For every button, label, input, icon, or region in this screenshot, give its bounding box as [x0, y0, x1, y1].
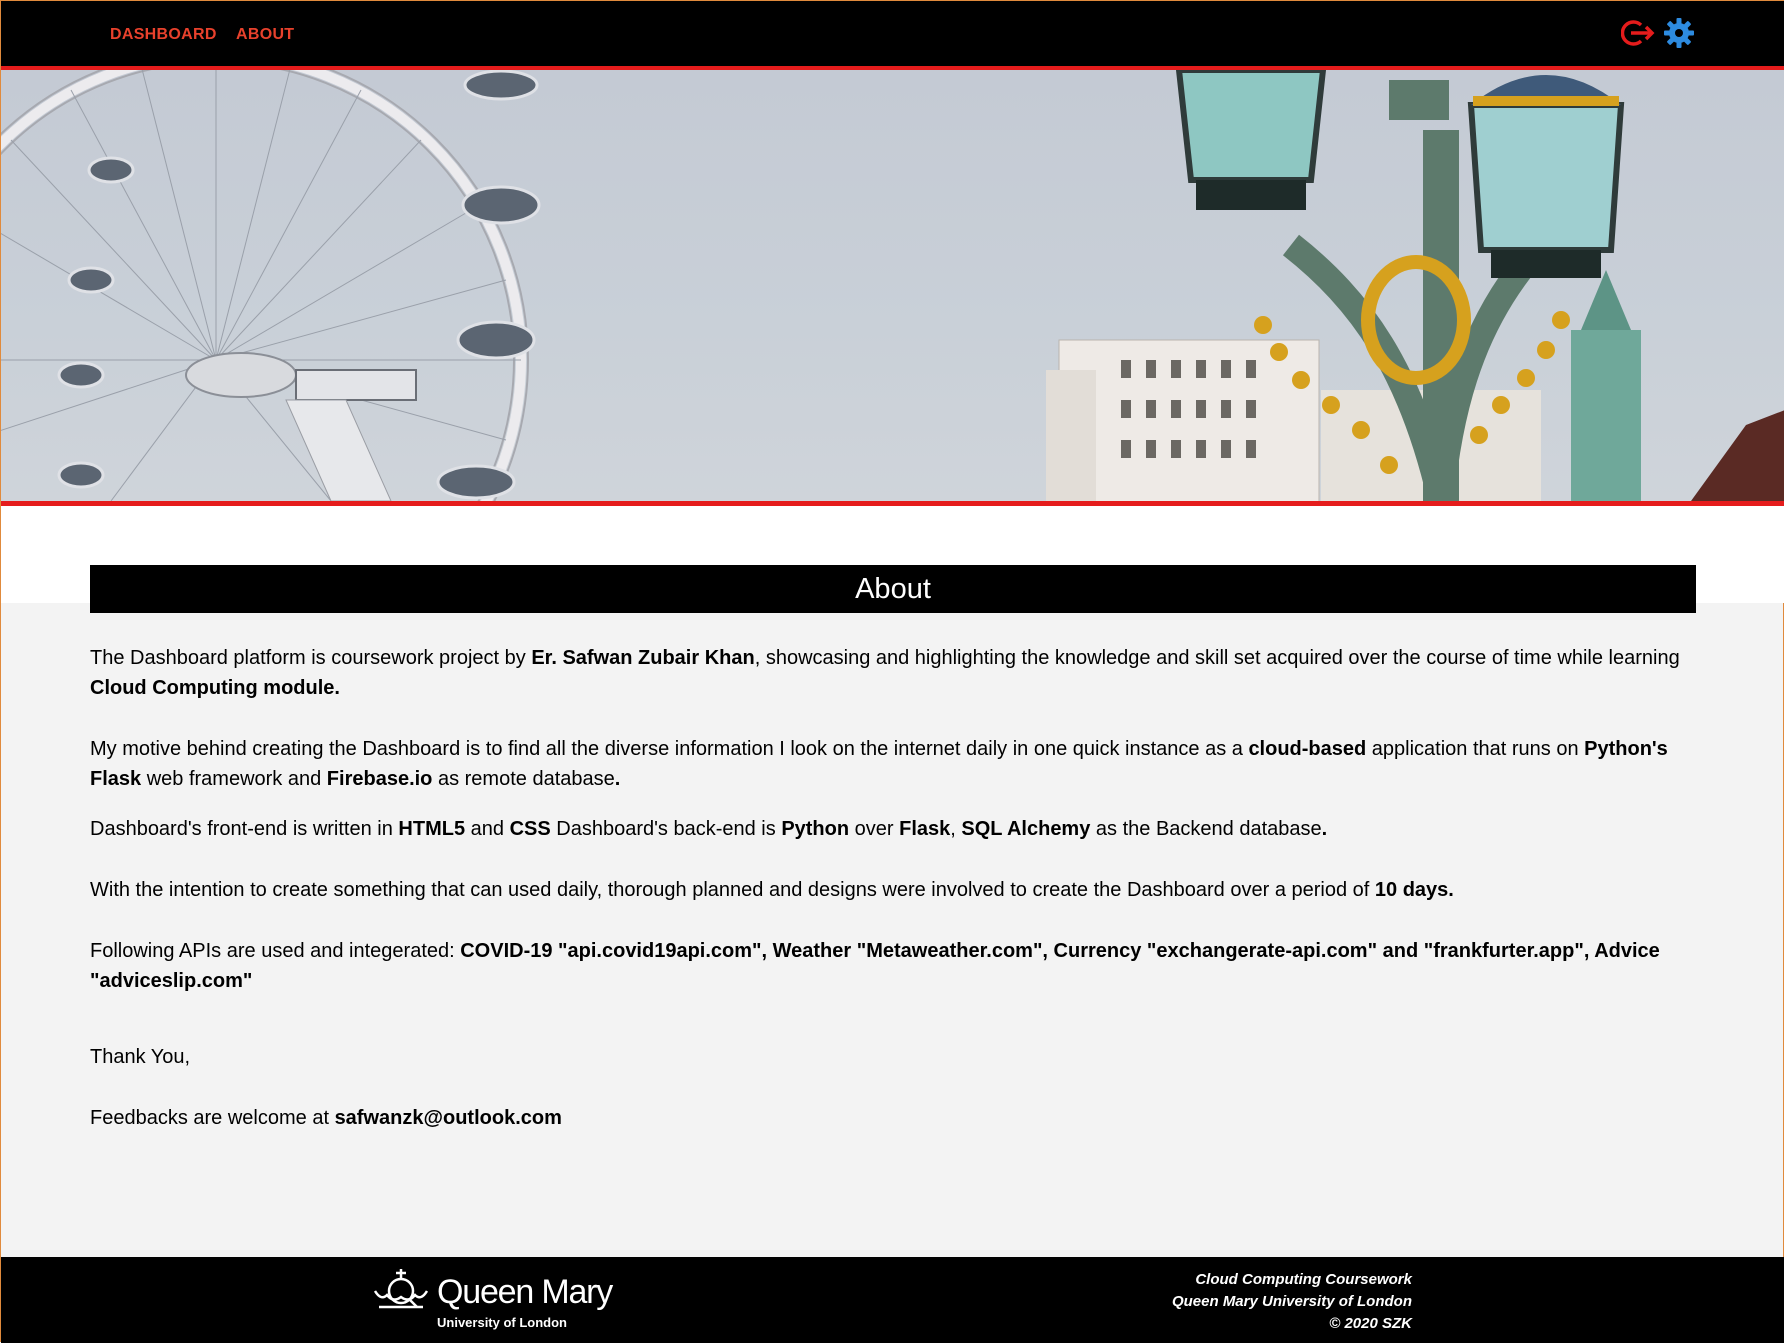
nav-icons — [1621, 17, 1695, 49]
hero-illustration — [1, 70, 1784, 501]
page-title: About — [90, 565, 1696, 613]
paragraph-apis: Following APIs are used and integerated:… — [90, 940, 1660, 992]
paragraph-motive: My motive behind creating the Dashboard … — [90, 738, 1668, 790]
top-nav-bar: DASHBOARD ABOUT — [1, 1, 1784, 70]
paragraph-intro: The Dashboard platform is coursework pro… — [90, 647, 1680, 699]
nav-link-about[interactable]: ABOUT — [236, 26, 294, 44]
crown-icon — [373, 1269, 429, 1309]
footer: Queen Mary University of London Cloud Co… — [1, 1257, 1784, 1343]
thank-you-text: Thank You, — [90, 1046, 191, 1068]
footer-credits: Cloud Computing Coursework Queen Mary Un… — [1172, 1269, 1412, 1335]
footer-line-copyright: © 2020 SZK — [1329, 1315, 1412, 1332]
hero-banner-image — [1, 70, 1784, 506]
paragraph-intention: With the intention to create something t… — [90, 879, 1454, 901]
footer-line-university: Queen Mary University of London — [1171, 1293, 1412, 1310]
paragraph-stack: Dashboard's front-end is written in HTML… — [90, 818, 1328, 840]
feedback-email[interactable]: safwanzk@outlook.com — [335, 1107, 562, 1129]
logo-name: Queen Mary — [437, 1273, 613, 1311]
feedback-text: Feedbacks are welcome at safwanzk@outloo… — [90, 1107, 562, 1129]
nav-link-dashboard[interactable]: DASHBOARD — [110, 26, 217, 44]
footer-line-course: Cloud Computing Coursework — [1195, 1271, 1412, 1288]
logo-subtitle: University of London — [437, 1315, 567, 1330]
queen-mary-logo[interactable]: Queen Mary University of London — [373, 1267, 613, 1330]
logout-icon[interactable] — [1621, 18, 1655, 48]
settings-gear-icon[interactable] — [1663, 17, 1695, 49]
